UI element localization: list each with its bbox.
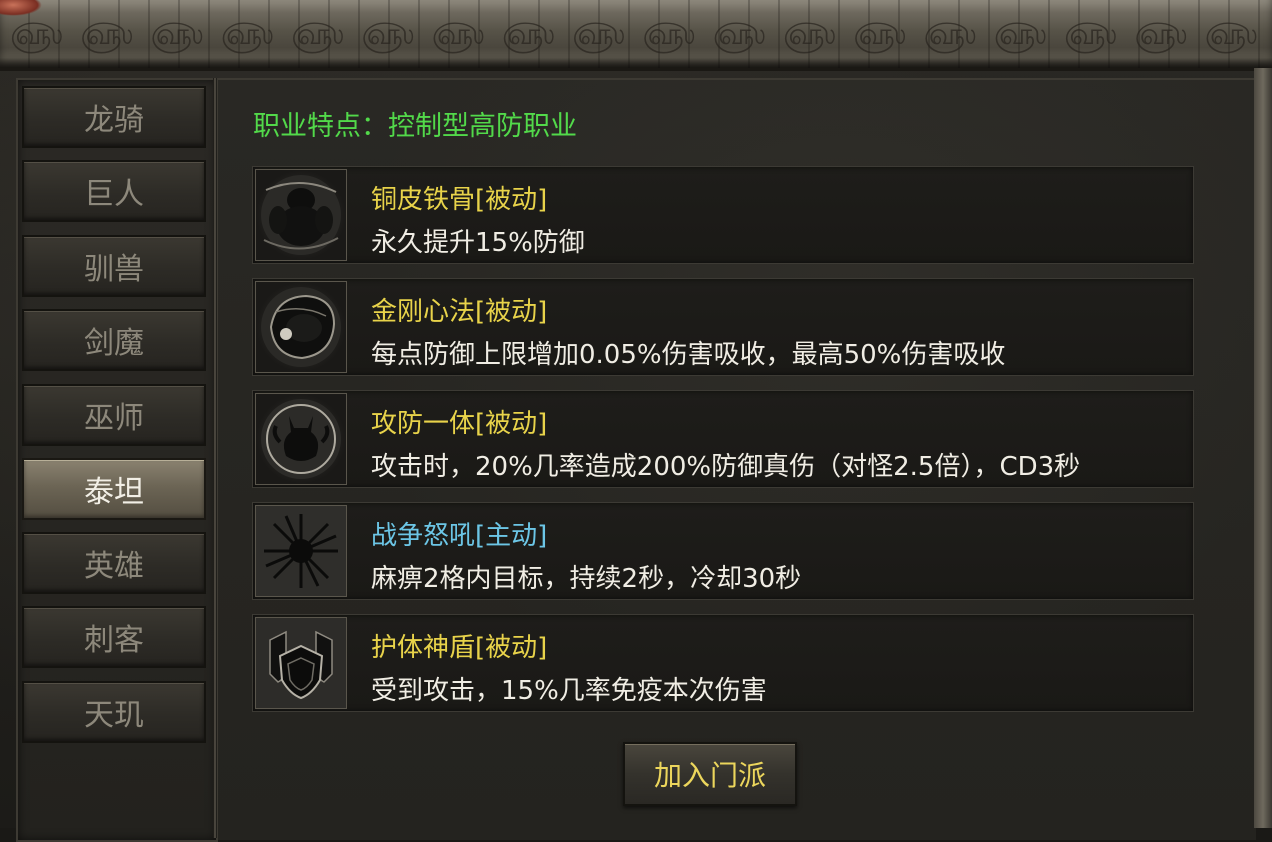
stone-golem-icon[interactable] (255, 169, 347, 261)
skill-row: 攻防一体[被动] 攻击时，20%几率造成200%防御真伤（对怪2.5倍），CD3… (252, 390, 1194, 488)
class-feature-text: 职业特点：控制型高防职业 (253, 111, 577, 142)
skill-name: 战争怒吼[主动] (371, 521, 548, 551)
right-frame-edge (1254, 68, 1272, 828)
skill-description: 攻击时，20%几率造成200%防御真伤（对怪2.5倍），CD3秒 (371, 452, 1081, 482)
ornamental-top-border: ௵ ௵ ௵ ௵ ௵ ௵ ௵ ௵ ௵ ௵ ௵ ௵ ௵ ௵ ௵ ௵ ௵ ௵ ௵ ௵ … (0, 0, 1272, 71)
skill-row: 金刚心法[被动] 每点防御上限增加0.05%伤害吸收，最高50%伤害吸收 (252, 278, 1194, 376)
demon-circle-icon[interactable] (255, 393, 347, 485)
corner-ornament (0, 0, 42, 16)
skill-description: 永久提升15%防御 (371, 228, 585, 258)
skill-description: 每点防御上限增加0.05%伤害吸收，最高50%伤害吸收 (371, 340, 1006, 370)
skill-row: 铜皮铁骨[被动] 永久提升15%防御 (252, 166, 1194, 264)
class-tab-wushi[interactable]: 巫师 (22, 384, 206, 446)
scroll-pattern: ௵ ௵ ௵ ௵ ௵ ௵ ௵ ௵ ௵ ௵ ௵ ௵ ௵ ௵ ௵ ௵ ௵ ௵ ௵ ௵ … (10, 18, 1262, 52)
skill-row: 护体神盾[被动] 受到攻击，15%几率免疫本次伤害 (252, 614, 1194, 712)
skill-description: 受到攻击，15%几率免疫本次伤害 (371, 676, 767, 706)
class-tab-longqi[interactable]: 龙骑 (22, 86, 206, 148)
class-tab-juren[interactable]: 巨人 (22, 160, 206, 222)
skill-name: 铜皮铁骨[被动] (371, 185, 548, 215)
skill-name: 攻防一体[被动] (371, 409, 548, 439)
class-tab-jianmo[interactable]: 剑魔 (22, 309, 206, 371)
skill-name: 护体神盾[被动] (371, 633, 548, 663)
skill-name: 金刚心法[被动] (371, 297, 548, 327)
skill-description: 麻痹2格内目标，持续2秒，冷却30秒 (371, 564, 802, 594)
class-tab-cike[interactable]: 刺客 (22, 606, 206, 668)
sidebar-divider (213, 78, 217, 838)
skill-row: 战争怒吼[主动] 麻痹2格内目标，持续2秒，冷却30秒 (252, 502, 1194, 600)
join-sect-button[interactable]: 加入门派 (623, 742, 797, 806)
class-tab-yingxiong[interactable]: 英雄 (22, 532, 206, 594)
class-tab-tianji[interactable]: 天玑 (22, 681, 206, 743)
burst-icon[interactable] (255, 505, 347, 597)
class-tab-taitan[interactable]: 泰坦 (22, 458, 206, 520)
class-tab-xunshou[interactable]: 驯兽 (22, 235, 206, 297)
swirl-orb-icon[interactable] (255, 281, 347, 373)
shield-icon[interactable] (255, 617, 347, 709)
